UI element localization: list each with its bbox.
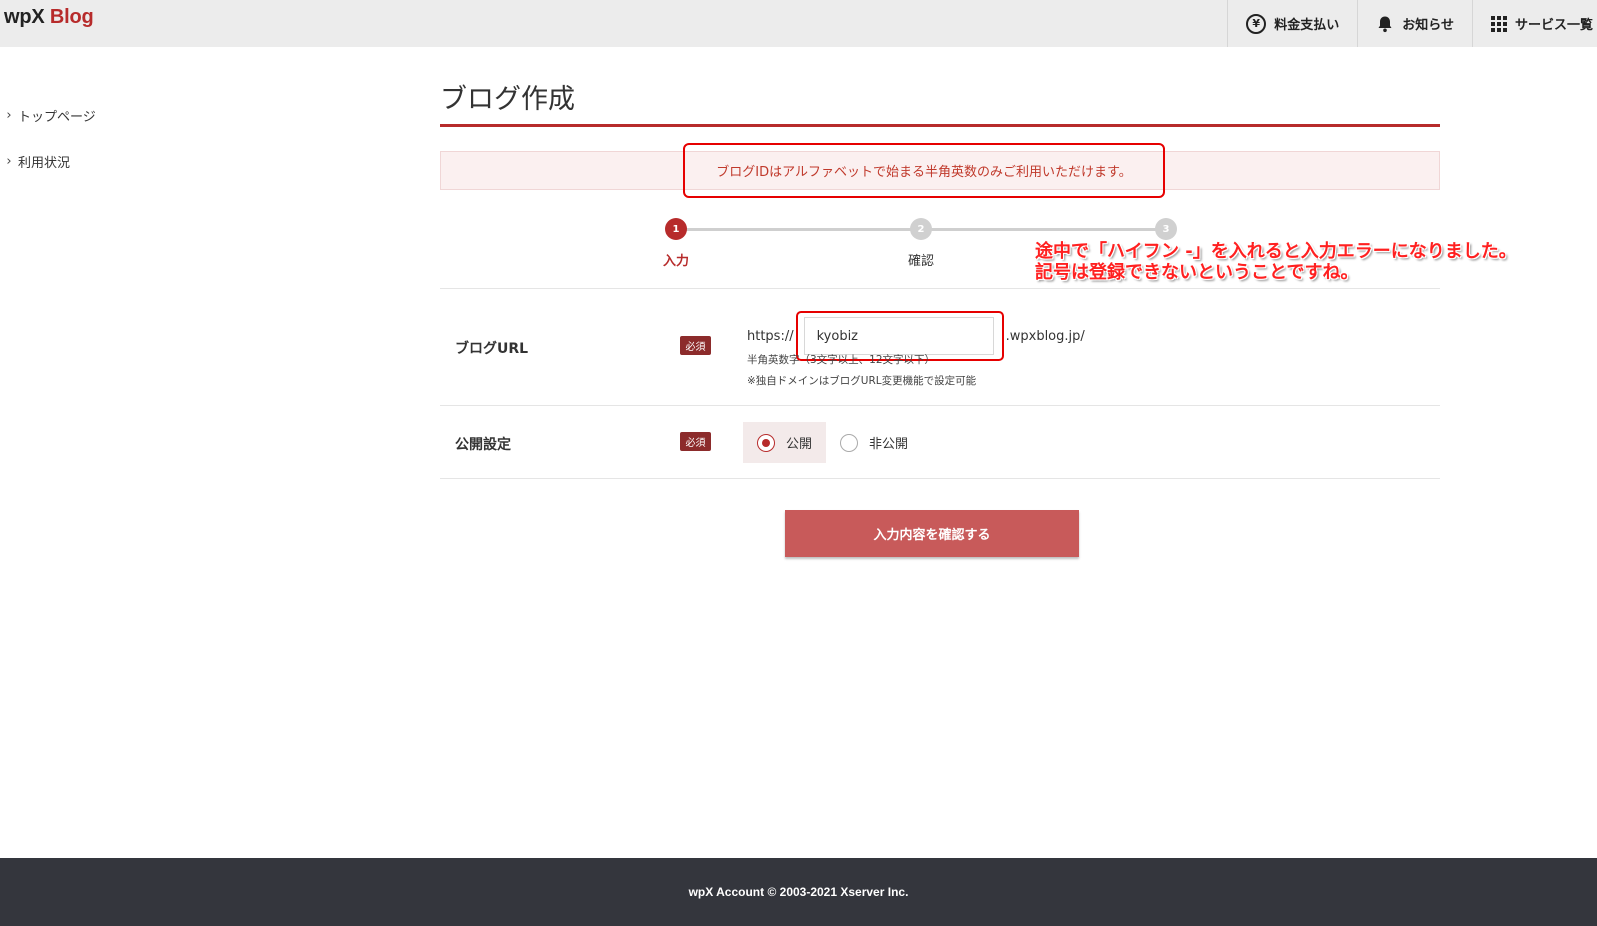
- chevron-right-icon: ›: [6, 153, 12, 169]
- chevron-right-icon: ›: [6, 107, 12, 123]
- bell-icon: [1376, 15, 1394, 33]
- url-suffix: .wpxblog.jp/: [1005, 328, 1085, 344]
- required-badge: 必須: [680, 432, 711, 451]
- copyright-text: wpX Account © 2003-2021 Xserver Inc.: [688, 885, 909, 899]
- sidebar-item-top[interactable]: › トップページ: [0, 92, 200, 138]
- form-row-publish: 公開設定 必須 公開 非公開: [440, 405, 1440, 479]
- url-hint-domain: ※独自ドメインはブログURL変更機能で設定可能: [747, 375, 977, 387]
- wpx-blog-logo[interactable]: wpX Blog: [4, 6, 94, 29]
- footer: wpX Account © 2003-2021 Xserver Inc.: [0, 858, 1597, 926]
- header-nav: ¥ 料金支払い お知らせ サービス一覧: [1227, 0, 1597, 47]
- alert-highlight: ブログIDはアルファベットで始まる半角英数のみご利用いただけます。: [683, 143, 1165, 198]
- nav-services[interactable]: サービス一覧: [1471, 0, 1597, 47]
- publish-setting-label: 公開設定: [455, 437, 511, 453]
- blog-url-input[interactable]: [803, 317, 994, 355]
- form-row-url: ブログURL 必須 https:// .wpxblog.jp/ 半角英数字（3文…: [440, 288, 1440, 405]
- confirm-input-button[interactable]: 入力内容を確認する: [785, 510, 1079, 557]
- step-2-label: 確認: [907, 254, 935, 269]
- step-line: [931, 228, 1176, 231]
- blog-create-form: ブログURL 必須 https:// .wpxblog.jp/ 半角英数字（3文…: [440, 288, 1440, 479]
- required-badge: 必須: [680, 336, 711, 355]
- step-1-dot: 1: [665, 218, 687, 240]
- step-3-dot: 3: [1155, 218, 1177, 240]
- radio-unchecked-icon: [840, 433, 859, 452]
- title-divider: [440, 124, 1440, 127]
- nav-payment[interactable]: ¥ 料金支払い: [1227, 0, 1357, 47]
- red-annotation-note: 途中で「ハイフン -」を入れると入力エラーになりました。 記号は登録できないとい…: [1035, 241, 1517, 283]
- url-hint-length: 半角英数字（3文字以上、12文字以下）: [747, 354, 936, 366]
- sidebar: › トップページ › 利用状況: [0, 92, 200, 184]
- main-content: ブログ作成 ブログIDはアルファベットで始まる半角英数のみご利用いただけます。 …: [440, 76, 1517, 557]
- blog-url-label: ブログURL: [455, 341, 529, 357]
- radio-checked-icon: [757, 433, 775, 452]
- top-header: wpX Blog ¥ 料金支払い お知らせ サービス一覧: [0, 0, 1597, 47]
- yen-icon: ¥: [1246, 13, 1267, 34]
- radio-private[interactable]: 非公開: [826, 422, 922, 463]
- error-alert: ブログIDはアルファベットで始まる半角英数のみご利用いただけます。: [440, 143, 1440, 198]
- radio-public[interactable]: 公開: [743, 422, 827, 463]
- grid-icon: [1490, 15, 1507, 32]
- publish-radio-group: 公開 非公開: [743, 422, 922, 463]
- step-2-dot: 2: [910, 218, 932, 240]
- nav-notifications[interactable]: お知らせ: [1357, 0, 1472, 47]
- sidebar-item-usage[interactable]: › 利用状況: [0, 138, 200, 184]
- url-prefix: https://: [747, 328, 794, 344]
- page-title: ブログ作成: [440, 84, 575, 115]
- step-1-label: 入力: [662, 254, 690, 269]
- alert-message: ブログIDはアルファベットで始まる半角英数のみご利用いただけます。: [716, 165, 1132, 180]
